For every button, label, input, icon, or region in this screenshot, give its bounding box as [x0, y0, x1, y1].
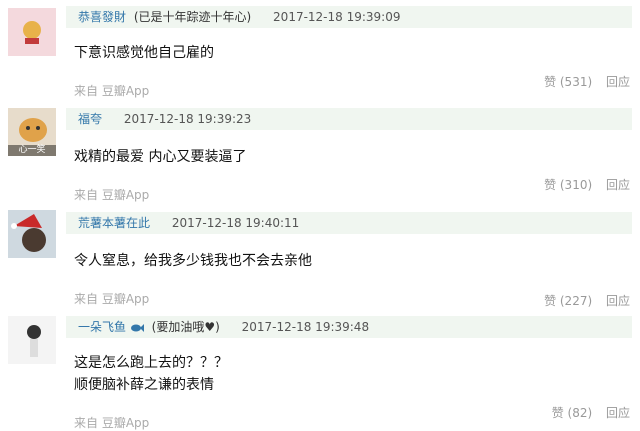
comment-actions: 赞 (227) 回应: [534, 292, 630, 309]
comment-line: 下意识感觉他自己雇的: [74, 45, 214, 61]
lucky-cat-icon: [8, 8, 56, 56]
comment-time: 2017-12-18 19:39:09: [273, 10, 401, 24]
comment-source: 来自 豆瓣App: [74, 292, 150, 306]
comment-source: 来自 豆瓣App: [74, 84, 150, 98]
christmas-avatar-icon: [8, 210, 56, 258]
author-link[interactable]: 恭喜發財: [78, 10, 126, 24]
like-button[interactable]: 赞 (227): [544, 294, 592, 308]
reply-button[interactable]: 回应: [606, 178, 630, 192]
comment-item: 心一笑 福夸 2017-12-18 19:39:23 戏精的最爱 内心又要装逼了…: [0, 104, 640, 204]
reply-button[interactable]: 回应: [606, 294, 630, 308]
comment-source: 来自 豆瓣App: [74, 416, 150, 430]
author-link[interactable]: 福夸: [78, 112, 102, 126]
comment-header: 恭喜發財 (已是十年踪迹十年心) 2017-12-18 19:39:09: [66, 6, 632, 28]
comment-item: 荒薯本薯在此 2017-12-18 19:40:11 令人窒息，给我多少钱我也不…: [0, 208, 640, 308]
author-link[interactable]: 一朵飞鱼: [78, 320, 126, 334]
comment-item: 一朵飞鱼 (要加油哦♥) 2017-12-18 19:39:48 这是怎么跑上去…: [0, 312, 640, 430]
comment-line: 顺便脑补薛之谦的表情: [74, 377, 214, 393]
user-avatar[interactable]: [8, 210, 56, 258]
like-button[interactable]: 赞 (310): [544, 178, 592, 192]
comment-source: 来自 豆瓣App: [74, 188, 150, 202]
like-button[interactable]: 赞 (82): [552, 406, 592, 420]
comment-header: 荒薯本薯在此 2017-12-18 19:40:11: [66, 212, 632, 234]
girl-avatar-icon: [8, 316, 56, 364]
comment-text: 下意识感觉他自己雇的: [74, 42, 214, 64]
like-button[interactable]: 赞 (531): [544, 75, 592, 89]
comment-text: 这是怎么跑上去的？？？ 顺便脑补薛之谦的表情: [74, 352, 228, 396]
user-avatar[interactable]: 心一笑: [8, 108, 56, 156]
fish-icon: [130, 323, 144, 332]
avatar-caption: 心一笑: [8, 145, 56, 156]
comment-text: 令人窒息，给我多少钱我也不会去亲他: [74, 250, 312, 272]
comment-header: 福夸 2017-12-18 19:39:23: [66, 108, 632, 130]
author-link[interactable]: 荒薯本薯在此: [78, 216, 150, 230]
comment-time: 2017-12-18 19:39:48: [241, 320, 370, 334]
comment-actions: 赞 (82) 回应: [542, 404, 630, 421]
comment-item: 恭喜發財 (已是十年踪迹十年心) 2017-12-18 19:39:09 下意识…: [0, 0, 640, 100]
comment-line: 戏精的最爱 内心又要装逼了: [74, 149, 247, 165]
comment-text: 戏精的最爱 内心又要装逼了: [74, 146, 246, 168]
comment-line: 这是怎么跑上去的？？？: [74, 355, 228, 371]
reply-button[interactable]: 回应: [606, 406, 630, 420]
reply-button[interactable]: 回应: [606, 75, 630, 89]
comment-actions: 赞 (531) 回应: [534, 73, 630, 90]
comment-time: 2017-12-18 19:40:11: [171, 216, 300, 230]
comment-line: 令人窒息，给我多少钱我也不会去亲他: [74, 253, 312, 269]
user-avatar[interactable]: [8, 316, 56, 364]
author-signature: (要加油哦♥): [151, 320, 220, 334]
comment-actions: 赞 (310) 回应: [534, 176, 630, 193]
comment-time: 2017-12-18 19:39:23: [123, 112, 252, 126]
user-avatar[interactable]: [8, 8, 56, 56]
author-signature: (已是十年踪迹十年心): [133, 10, 252, 24]
comment-header: 一朵飞鱼 (要加油哦♥) 2017-12-18 19:39:48: [66, 316, 632, 338]
